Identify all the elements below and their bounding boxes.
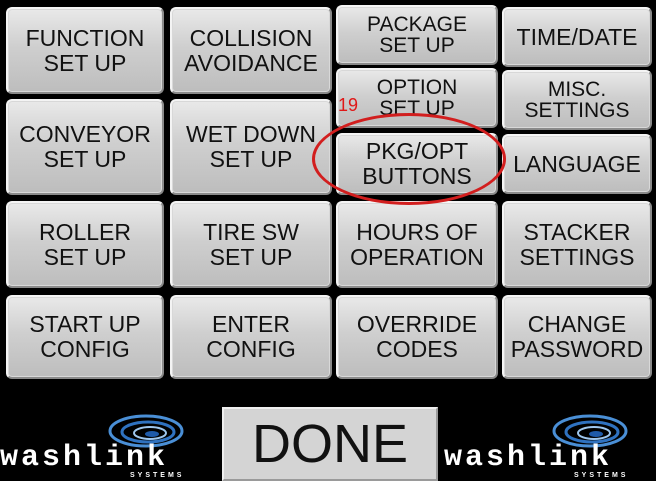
button-label-line2: SET UP — [43, 243, 127, 270]
button-label-line2: CONFIG — [206, 336, 296, 362]
washlink-logo-text: washlink — [0, 441, 169, 475]
button-label-line2: BUTTONS — [362, 163, 472, 189]
enter-config-button[interactable]: ENTER CONFIG — [170, 295, 332, 379]
button-label-line1: ROLLER — [38, 218, 132, 245]
button-label-line1: OPTION — [376, 76, 458, 99]
roller-setup-button[interactable]: ROLLER SET UP — [6, 201, 164, 288]
button-label-line1: WET DOWN — [186, 121, 316, 147]
wet-down-setup-button[interactable]: WET DOWN SET UP — [170, 99, 332, 195]
button-label-line1: STACKER — [523, 218, 631, 245]
button-label-line2: SET UP — [209, 243, 293, 270]
button-label-line1: LANGUAGE — [513, 150, 641, 177]
stacker-settings-button[interactable]: STACKER SETTINGS — [502, 201, 652, 288]
washlink-logo-subtext: SYSTEMS — [130, 472, 185, 479]
button-label-line1: FUNCTION — [25, 24, 145, 51]
button-label-line1: PKG/OPT — [365, 138, 469, 164]
button-label-line2: SETTINGS — [519, 243, 635, 270]
washlink-logo-right: washlink SYSTEMS — [444, 407, 656, 481]
button-label-line2: SET UP — [43, 146, 127, 172]
button-label-line1: OVERRIDE — [356, 311, 478, 337]
button-label-line2: OPERATION — [350, 243, 484, 270]
button-label-line2: SET UP — [209, 146, 293, 172]
button-label-line2: CONFIG — [40, 336, 130, 362]
done-button-label: DONE — [251, 414, 408, 474]
button-label-line1: START UP — [29, 311, 141, 337]
button-label-line2: SETTINGS — [524, 99, 630, 122]
function-setup-button[interactable]: FUNCTION SET UP — [6, 7, 164, 94]
washlink-logo-text: washlink — [444, 441, 613, 475]
button-label-line2: CODES — [376, 336, 458, 362]
start-up-config-button[interactable]: START UP CONFIG — [6, 295, 164, 379]
override-codes-button[interactable]: OVERRIDE CODES — [336, 295, 498, 379]
button-label-line2: SET UP — [379, 34, 455, 57]
washlink-logo-left: washlink SYSTEMS — [0, 407, 215, 481]
package-setup-button[interactable]: PACKAGE SET UP — [336, 5, 498, 65]
button-label-line1: MISC. — [547, 78, 607, 101]
button-label-line1: PACKAGE — [367, 13, 467, 36]
misc-settings-button[interactable]: MISC. SETTINGS — [502, 70, 652, 130]
button-label-line1: TIRE SW — [203, 218, 299, 245]
button-label-line1: ENTER — [212, 311, 290, 337]
option-setup-button[interactable]: OPTION SET UP — [336, 68, 498, 128]
button-label-line2: PASSWORD — [510, 336, 644, 362]
button-label-line1: CONVEYOR — [19, 121, 151, 147]
button-label-line2: SET UP — [379, 97, 455, 120]
button-label-line1: TIME/DATE — [516, 23, 638, 50]
hours-of-operation-button[interactable]: HOURS OF OPERATION — [336, 201, 498, 288]
done-button[interactable]: DONE — [222, 407, 438, 481]
button-label-line2: AVOIDANCE — [184, 49, 318, 76]
button-label-line1: HOURS OF — [356, 218, 478, 245]
conveyor-setup-button[interactable]: CONVEYOR SET UP — [6, 99, 164, 195]
language-button[interactable]: LANGUAGE — [502, 134, 652, 194]
pkg-opt-buttons-button[interactable]: PKG/OPT BUTTONS — [336, 133, 498, 195]
washlink-logo-subtext: SYSTEMS — [574, 472, 629, 479]
tire-sw-setup-button[interactable]: TIRE SW SET UP — [170, 201, 332, 288]
button-label-line2: SET UP — [43, 49, 127, 76]
time-date-button[interactable]: TIME/DATE — [502, 7, 652, 67]
change-password-button[interactable]: CHANGE PASSWORD — [502, 295, 652, 379]
annotation-number: 19 — [338, 95, 359, 115]
collision-avoidance-button[interactable]: COLLISION AVOIDANCE — [170, 7, 332, 94]
button-label-line1: COLLISION — [189, 24, 313, 51]
button-label-line1: CHANGE — [527, 311, 627, 337]
